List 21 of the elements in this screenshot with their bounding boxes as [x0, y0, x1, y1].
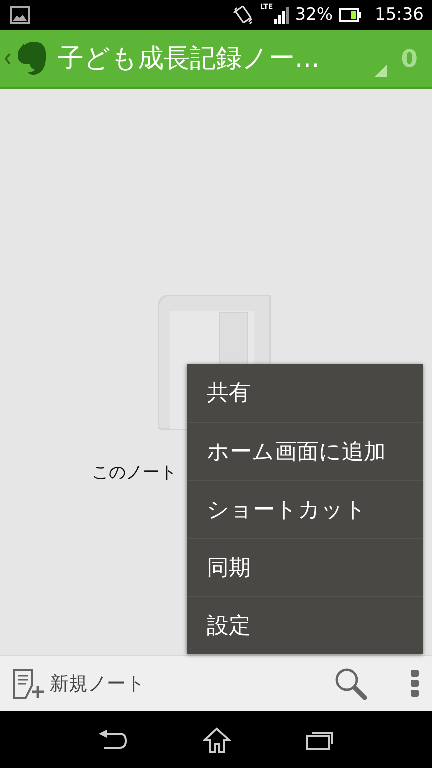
- gallery-icon: [10, 6, 30, 24]
- recent-apps-icon[interactable]: [306, 730, 334, 750]
- menu-item[interactable]: 共有: [187, 364, 423, 422]
- battery-icon: [339, 8, 361, 22]
- home-icon[interactable]: [202, 726, 231, 752]
- empty-message: このノート: [92, 462, 178, 484]
- sync-count: 0: [401, 44, 418, 72]
- vibrate-icon: [232, 4, 254, 26]
- battery-percent: 32%: [295, 5, 333, 25]
- new-note-icon[interactable]: [12, 668, 46, 700]
- menu-item[interactable]: 同期: [187, 538, 423, 596]
- signal-icon: [273, 6, 290, 24]
- elephant-logo-icon[interactable]: [16, 40, 48, 78]
- back-icon[interactable]: [98, 728, 128, 750]
- menu-item[interactable]: 設定: [187, 596, 423, 654]
- menu-item[interactable]: ホーム画面に追加: [187, 422, 423, 480]
- new-note-button[interactable]: 新規ノート: [50, 670, 145, 696]
- menu-item[interactable]: ショートカット: [187, 480, 423, 538]
- clock: 15:36: [375, 5, 424, 25]
- search-icon[interactable]: [334, 666, 368, 700]
- more-icon[interactable]: [410, 670, 420, 698]
